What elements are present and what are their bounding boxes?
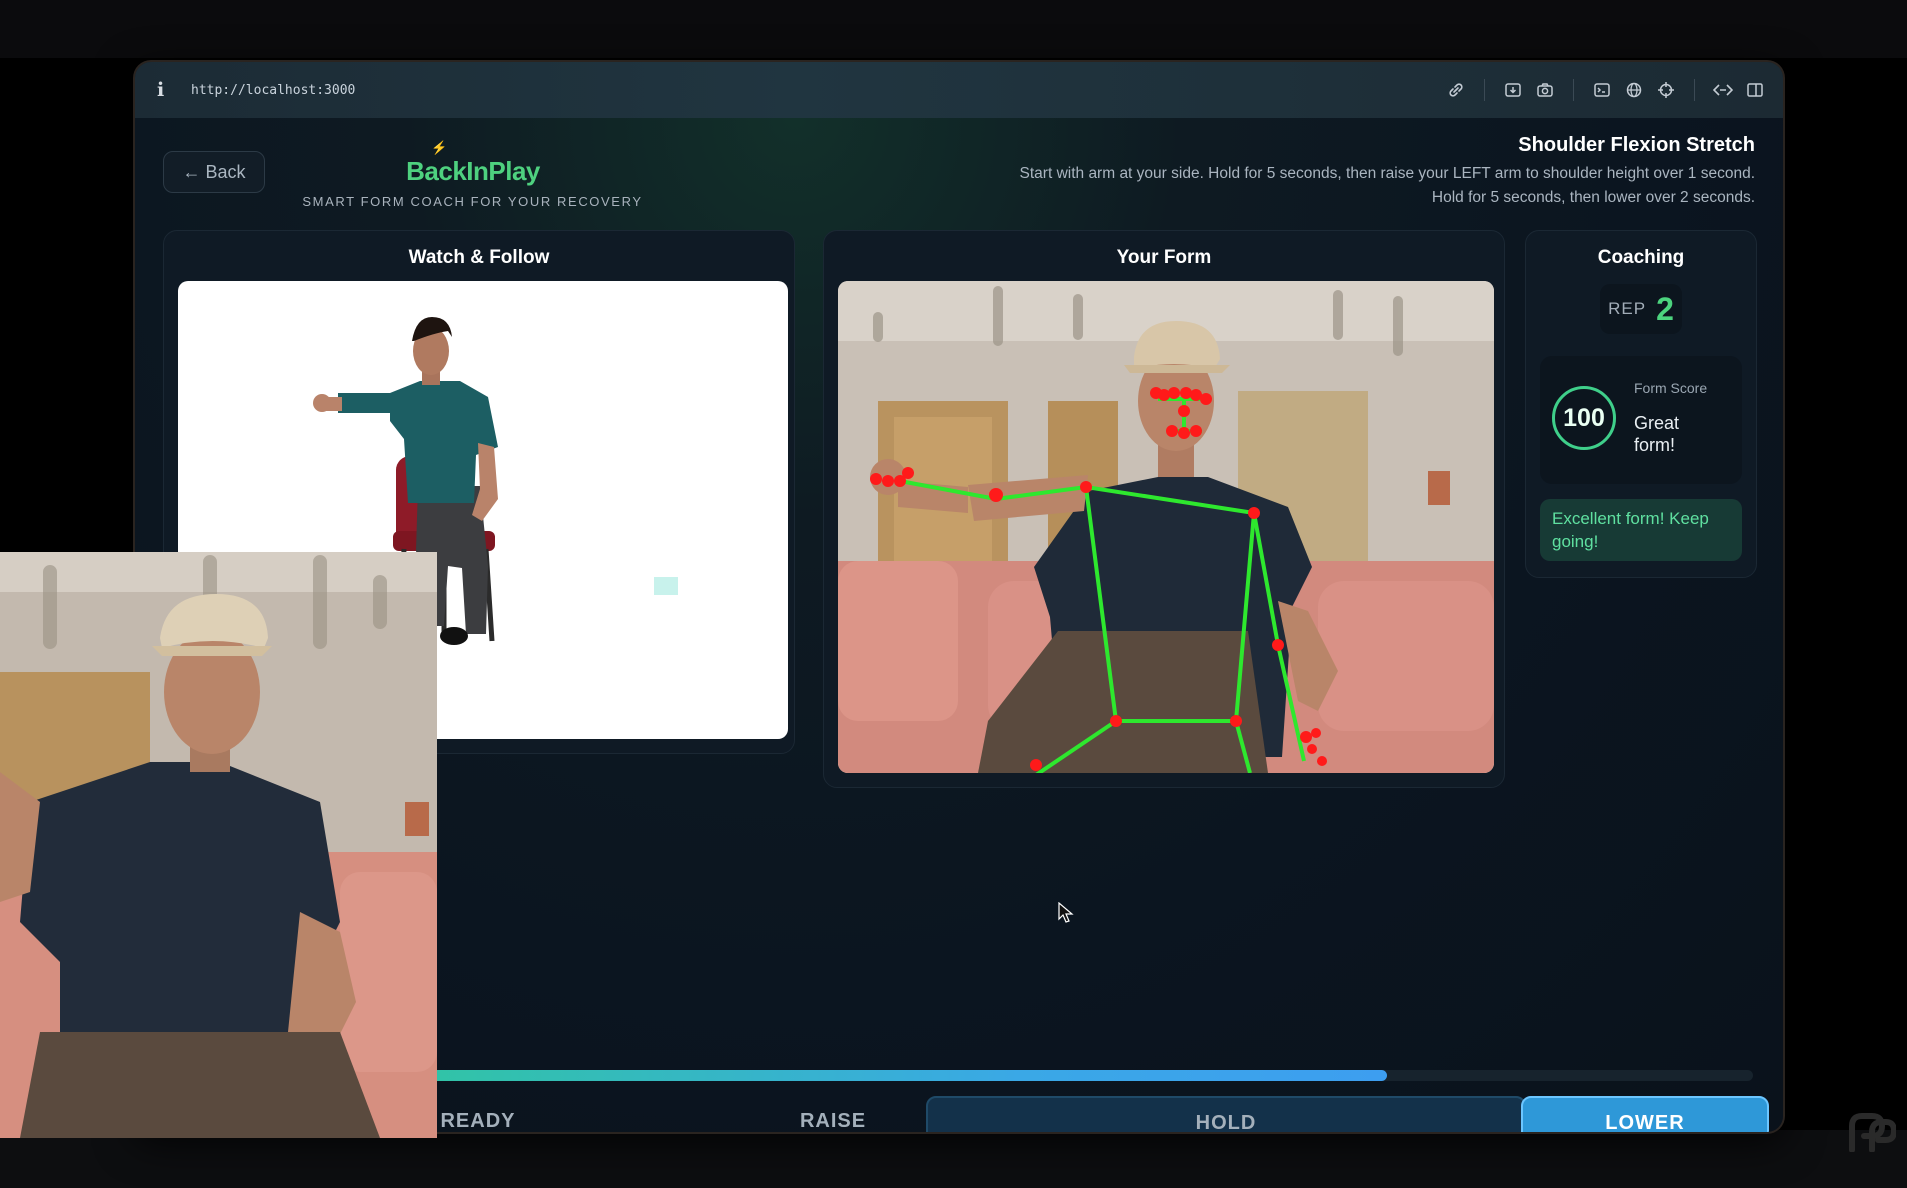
bottom-letterbox	[0, 1130, 1907, 1188]
camera-icon[interactable]	[1535, 80, 1555, 100]
form-score-label: Form Score	[1634, 380, 1708, 396]
your-form-panel: Your Form	[823, 230, 1505, 788]
presenter-video-frame	[0, 552, 437, 1138]
crosshair-icon[interactable]	[1656, 80, 1676, 100]
phase-name: LOWER	[1605, 1112, 1685, 1132]
panel-title: Watch & Follow	[408, 247, 550, 268]
address-bar: i http://localhost:3000	[135, 62, 1783, 118]
rep-label: REP	[1608, 299, 1647, 318]
form-score-card: 100 Form Score Great form!	[1540, 356, 1742, 484]
brand-logo: BackInPlay	[406, 156, 540, 186]
phase-hold: HOLD 5s	[926, 1096, 1526, 1132]
pose-camera-feed[interactable]	[838, 281, 1494, 773]
url-text[interactable]: http://localhost:3000	[191, 83, 355, 98]
toolbar-divider	[1484, 79, 1485, 101]
panel-title: Your Form	[1116, 247, 1212, 268]
tagline: SMART FORM COACH FOR YOUR RECOVERY	[302, 194, 643, 209]
toolbar-divider	[1573, 79, 1574, 101]
terminal-icon[interactable]	[1592, 80, 1612, 100]
back-button[interactable]: ← Back	[163, 151, 265, 193]
install-icon[interactable]	[1503, 80, 1523, 100]
phase-name: RAISE	[799, 1110, 867, 1132]
devtools-icon[interactable]	[1713, 80, 1733, 100]
phase-lower-active: LOWER 2s	[1521, 1096, 1769, 1132]
phase-name: HOLD	[1195, 1112, 1257, 1132]
link-icon[interactable]	[1446, 80, 1466, 100]
mouse-cursor-icon	[1058, 902, 1074, 923]
coaching-panel: Coaching REP 2 100 Form Score Great form…	[1525, 230, 1757, 578]
exercise-description-line: Hold for 5 seconds, then lower over 2 se…	[1431, 189, 1755, 206]
toolbar-icons	[1446, 62, 1765, 118]
watermark-logo-icon	[1849, 1113, 1896, 1152]
toolbar-divider	[1694, 79, 1695, 101]
globe-icon[interactable]	[1624, 80, 1644, 100]
pose-overlay	[838, 281, 1494, 773]
coaching-tip: Excellent form! Keep going!	[1540, 499, 1742, 561]
top-letterbox	[0, 0, 1907, 58]
phase-raise: RAISE 1s	[738, 1096, 928, 1132]
exercise-description: Start with arm at your side. Hold for 5 …	[895, 162, 1755, 210]
info-icon[interactable]: i	[157, 79, 191, 101]
exercise-title: Shoulder Flexion Stretch	[1518, 134, 1755, 156]
rep-value: 2	[1656, 290, 1674, 327]
panel-title: Coaching	[1597, 247, 1685, 268]
bolt-icon: ⚡	[431, 140, 448, 155]
rep-counter: REP 2	[1600, 284, 1682, 334]
form-score-message: Great form!	[1634, 413, 1680, 455]
exercise-description-line: Start with arm at your side. Hold for 5 …	[1019, 165, 1755, 182]
video-artifact	[654, 577, 678, 595]
form-score-ring: 100	[1552, 386, 1616, 450]
presenter-webcam	[0, 552, 437, 1138]
sidebar-icon[interactable]	[1745, 80, 1765, 100]
